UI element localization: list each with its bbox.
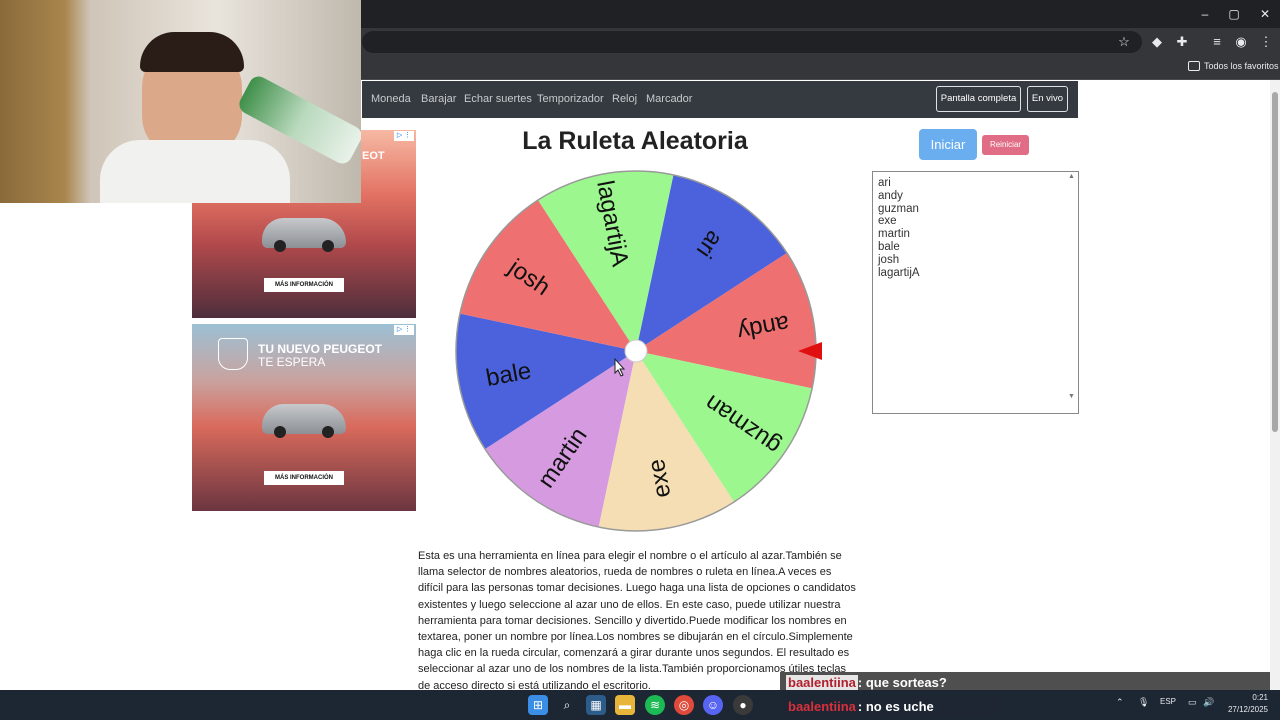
- chat-text: : que sorteas?: [857, 675, 947, 690]
- streamer-hair: [140, 32, 244, 72]
- webcam-overlay: [0, 0, 361, 203]
- ad-cta-button[interactable]: MÁS INFORMACIÓN: [264, 278, 344, 292]
- textarea-scroll-up-icon[interactable]: ▲: [1068, 173, 1075, 180]
- file-explorer-icon[interactable]: ▬: [615, 695, 635, 715]
- wheel-hub[interactable]: [624, 339, 648, 363]
- nav-link-echar-suertes[interactable]: Echar suertes: [464, 93, 532, 105]
- chat-text: : no es uche: [857, 699, 934, 714]
- microphone-icon[interactable]: 🎙: [1138, 697, 1149, 708]
- close-window-icon[interactable]: ✕: [1250, 4, 1280, 24]
- ad-car-wheel: [274, 240, 286, 252]
- ad-car-wheel: [322, 240, 334, 252]
- roulette-wheel[interactable]: ariandyguzmanexemartinbalejoshlagartijA: [430, 160, 830, 540]
- network-icon[interactable]: ▭: [1188, 697, 1197, 708]
- obs-icon[interactable]: ●: [733, 695, 753, 715]
- ad-cta-button[interactable]: MÁS INFORMACIÓN: [264, 471, 344, 485]
- bookmarks-folder-all[interactable]: Todos los favoritos: [1204, 61, 1279, 71]
- fullscreen-button[interactable]: Pantalla completa: [936, 86, 1021, 112]
- nav-link-reloj[interactable]: Reloj: [612, 93, 637, 105]
- nav-link-moneda[interactable]: Moneda: [371, 93, 411, 105]
- folder-icon: [1188, 61, 1200, 71]
- nav-link-marcador[interactable]: Marcador: [646, 93, 692, 105]
- chrome-icon[interactable]: ◎: [674, 695, 694, 715]
- windows-start-icon[interactable]: ⊞: [528, 695, 548, 715]
- chat-username: baalentiina: [788, 699, 856, 714]
- nav-link-barajar[interactable]: Barajar: [421, 93, 456, 105]
- profile-icon[interactable]: ◉: [1232, 33, 1250, 51]
- maximize-icon[interactable]: ▢: [1219, 4, 1249, 24]
- peugeot-logo-icon: [218, 338, 248, 370]
- chat-message: baalentiina: no es uche: [780, 696, 1000, 717]
- system-clock[interactable]: 0:21 27/12/2025: [1218, 692, 1268, 716]
- chat-username: baalentiina: [786, 675, 858, 690]
- streamer-shirt: [100, 140, 290, 203]
- spotify-icon[interactable]: ≋: [645, 695, 665, 715]
- bookmark-star-icon[interactable]: ☆: [1115, 33, 1133, 51]
- page-title: La Ruleta Aleatoria: [522, 127, 748, 155]
- live-button[interactable]: En vivo: [1027, 86, 1068, 112]
- extension-icon[interactable]: ◆: [1148, 33, 1166, 51]
- ad-choices-icon[interactable]: ▷ ⋮: [394, 325, 414, 335]
- ad-headline: TU NUEVO PEUGEOT TE ESPERA: [258, 342, 383, 369]
- volume-icon[interactable]: 🔊: [1203, 697, 1214, 708]
- store-icon[interactable]: ▦: [586, 695, 606, 715]
- reset-button[interactable]: Reiniciar: [982, 135, 1029, 155]
- ad-choices-icon[interactable]: ▷ ⋮: [394, 131, 414, 141]
- media-control-icon[interactable]: ≡: [1208, 33, 1226, 51]
- names-textarea[interactable]: ari andy guzman exe martin bale josh lag…: [872, 171, 1079, 414]
- menu-icon[interactable]: ⋮: [1257, 33, 1275, 51]
- ad-car-wheel: [274, 426, 286, 438]
- ad-banner-bottom[interactable]: TU NUEVO PEUGEOT TE ESPERA MÁS INFORMACI…: [192, 324, 416, 511]
- clock-time: 0:21: [1252, 693, 1268, 702]
- language-indicator[interactable]: ESP: [1160, 697, 1176, 706]
- page-scrollbar-thumb[interactable]: [1272, 92, 1278, 432]
- start-button[interactable]: Iniciar: [919, 129, 977, 160]
- address-bar[interactable]: [362, 31, 1142, 53]
- ad-car-wheel: [322, 426, 334, 438]
- ad-headline: EOT: [362, 150, 385, 162]
- windows-taskbar: [0, 690, 1280, 720]
- textarea-scroll-down-icon[interactable]: ▼: [1068, 393, 1075, 400]
- clock-date: 27/12/2025: [1227, 705, 1268, 714]
- search-icon[interactable]: ⌕: [557, 695, 577, 715]
- extensions-puzzle-icon[interactable]: ✚: [1173, 33, 1191, 51]
- discord-icon[interactable]: ☺: [703, 695, 723, 715]
- nav-link-temporizador[interactable]: Temporizador: [537, 93, 604, 105]
- tray-chevron-icon[interactable]: ⌃: [1116, 697, 1124, 708]
- minimize-icon[interactable]: –: [1190, 4, 1220, 24]
